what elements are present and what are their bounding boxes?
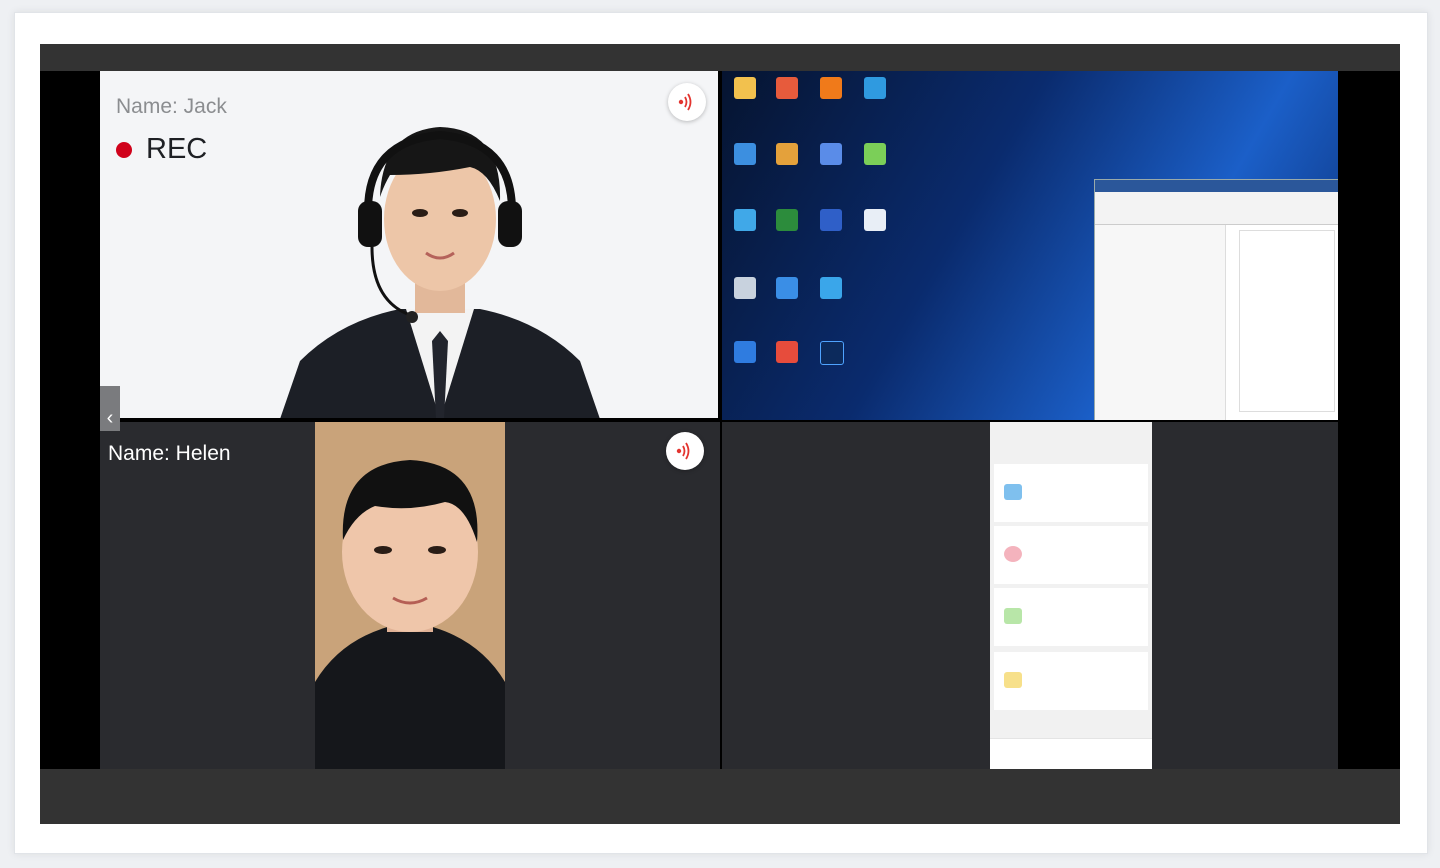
audio-volume-button[interactable]	[668, 83, 706, 121]
video-tile-jack[interactable]: Name: Jack REC	[100, 71, 718, 418]
document-page	[1239, 230, 1335, 412]
participant-video-helen	[315, 422, 505, 769]
desktop-app-icon	[864, 77, 886, 99]
navigation-pane	[1095, 225, 1226, 420]
desktop-app-icon	[734, 277, 756, 299]
participant-name: Name: Helen	[108, 442, 231, 465]
desktop-app-icon	[776, 143, 798, 165]
desktop-app-icon	[820, 77, 842, 99]
bottom-toolbar	[40, 769, 1400, 824]
app-tile-icon	[1004, 484, 1022, 500]
desktop-app-icon	[776, 77, 798, 99]
participant-photo	[315, 422, 505, 769]
desktop-app-icon	[776, 341, 798, 363]
desktop-app-icon	[734, 77, 756, 99]
window-titlebar	[1095, 180, 1338, 192]
app-tile-icon	[1004, 608, 1022, 624]
desktop-app-icon	[776, 277, 798, 299]
desktop-app-icon	[864, 143, 886, 165]
desktop-app-icon	[820, 209, 842, 231]
participant-name: Name: Jack	[116, 95, 227, 118]
collapse-sidebar-button[interactable]: ‹	[100, 386, 120, 431]
rec-dot-icon	[116, 141, 132, 158]
desktop-app-icon	[734, 209, 756, 231]
word-document-window	[1094, 179, 1338, 420]
list-item	[994, 526, 1148, 584]
screen-share-tile-desktop[interactable]	[722, 71, 1338, 420]
desktop-app-icon	[820, 341, 844, 365]
list-item	[994, 652, 1148, 710]
rec-label: REC	[146, 133, 208, 165]
audio-volume-icon	[676, 442, 690, 460]
desktop-app-icon	[734, 341, 756, 363]
video-conference-app: Name: Jack REC Name: Helen	[40, 44, 1400, 824]
app-tile-icon	[1004, 546, 1022, 562]
screen-share-tile-mobile[interactable]	[722, 422, 1338, 769]
window-ribbon	[1095, 192, 1338, 225]
app-tile-icon	[1004, 672, 1022, 688]
desktop-app-icon	[864, 209, 886, 231]
mobile-screen	[990, 422, 1152, 769]
desktop-app-icon	[776, 209, 798, 231]
audio-volume-button[interactable]	[666, 432, 704, 470]
participant-video-jack	[280, 127, 600, 418]
video-tile-helen[interactable]: Name: Helen	[100, 422, 720, 769]
list-item	[994, 588, 1148, 646]
audio-volume-icon	[678, 93, 692, 111]
desktop-app-icon	[734, 143, 756, 165]
recording-indicator: REC	[116, 133, 207, 166]
desktop-app-icon	[820, 143, 842, 165]
mobile-tab-bar	[990, 738, 1152, 769]
desktop-app-icon	[820, 277, 842, 299]
chevron-left-icon: ‹	[106, 407, 114, 429]
top-toolbar	[40, 44, 1400, 71]
list-item	[994, 464, 1148, 522]
